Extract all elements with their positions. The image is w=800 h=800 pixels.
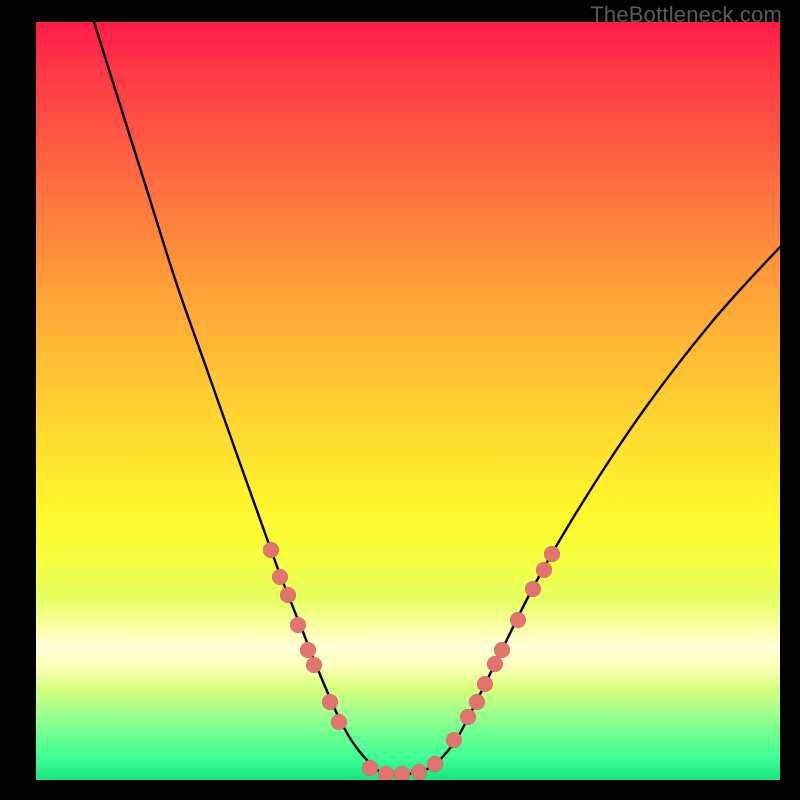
curve-marker bbox=[469, 694, 485, 710]
curve-marker bbox=[263, 542, 279, 558]
curve-marker bbox=[446, 732, 462, 748]
curve-marker bbox=[544, 546, 560, 562]
curve-marker bbox=[362, 760, 378, 776]
curve-marker bbox=[394, 766, 410, 780]
curve-marker bbox=[487, 656, 503, 672]
chart-frame: TheBottleneck.com bbox=[0, 0, 800, 800]
curve-marker bbox=[477, 676, 493, 692]
curve-marker bbox=[525, 581, 541, 597]
curve-marker bbox=[290, 617, 306, 633]
plot-area bbox=[36, 22, 780, 780]
curve-marker bbox=[280, 587, 296, 603]
curve-marker bbox=[331, 714, 347, 730]
curve-marker bbox=[536, 562, 552, 578]
curve-marker bbox=[427, 756, 443, 772]
curve-marker bbox=[300, 642, 316, 658]
watermark-text: TheBottleneck.com bbox=[590, 2, 782, 28]
curve-markers bbox=[263, 542, 560, 780]
curve-marker bbox=[322, 694, 338, 710]
curve-marker bbox=[378, 766, 394, 780]
curve-marker bbox=[510, 612, 526, 628]
curve-marker bbox=[460, 709, 476, 725]
curve-marker bbox=[272, 569, 288, 585]
curve-marker bbox=[306, 657, 322, 673]
curve-marker bbox=[411, 764, 427, 780]
bottleneck-curve-svg bbox=[36, 22, 780, 780]
curve-marker bbox=[494, 642, 510, 658]
bottleneck-curve-path bbox=[94, 22, 780, 775]
